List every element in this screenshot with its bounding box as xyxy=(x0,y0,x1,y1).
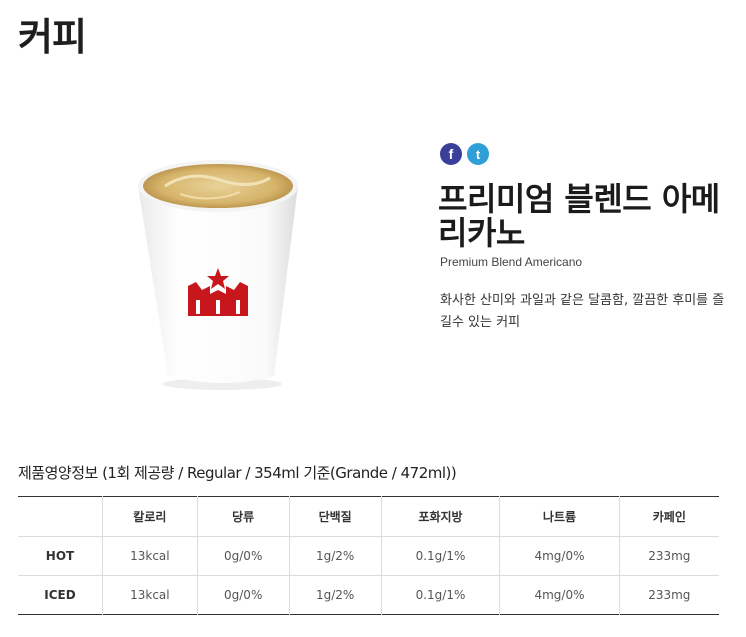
table-cell: 13kcal xyxy=(102,575,198,615)
nutrition-table: 칼로리 당류 단백질 포화지방 나트륨 카페인 HOT 13kcal 0g/0%… xyxy=(18,496,719,615)
table-header: 포화지방 xyxy=(380,496,500,537)
table-cell: 13kcal xyxy=(102,536,198,576)
product-description: 화사한 산미와 과일과 같은 달콤함, 깔끔한 후미를 즐길수 있는 커피 xyxy=(440,293,725,330)
table-cell: 4mg/0% xyxy=(499,575,620,615)
table-header: 칼로리 xyxy=(102,496,198,537)
table-cell: 233mg xyxy=(618,536,719,576)
table-header-row: 칼로리 당류 단백질 포화지방 나트륨 카페인 xyxy=(18,496,719,537)
table-row: HOT 13kcal 0g/0% 1g/2% 0.1g/1% 4mg/0% 23… xyxy=(18,536,719,576)
product-image xyxy=(138,160,298,390)
table-header: 나트륨 xyxy=(499,496,620,537)
product-name-en: Premium Blend Americano xyxy=(440,255,583,269)
table-cell: 233mg xyxy=(618,575,719,615)
twitter-icon[interactable]: t xyxy=(467,143,489,165)
table-header: 단백질 xyxy=(288,496,382,537)
table-row: ICED 13kcal 0g/0% 1g/2% 0.1g/1% 4mg/0% 2… xyxy=(18,575,719,615)
social-share: f t xyxy=(440,143,489,165)
table-header: 당류 xyxy=(196,496,290,537)
table-cell: 4mg/0% xyxy=(499,536,620,576)
page-title: 커피 xyxy=(18,15,87,59)
nutrition-title: 제품영양정보 (1회 제공량 / Regular / 354ml 기준(Gran… xyxy=(18,464,457,482)
table-header: 카페인 xyxy=(618,496,719,537)
table-cell: 0g/0% xyxy=(196,575,290,615)
table-cell: 1g/2% xyxy=(288,575,382,615)
table-row-label: ICED xyxy=(44,588,76,602)
facebook-icon[interactable]: f xyxy=(440,143,462,165)
table-row-label: HOT xyxy=(18,536,103,576)
table-cell: 0.1g/1% xyxy=(380,536,500,576)
table-cell: 0.1g/1% xyxy=(380,575,500,615)
table-header xyxy=(18,496,103,537)
table-cell: 1g/2% xyxy=(288,536,382,576)
table-cell: 0g/0% xyxy=(196,536,290,576)
product-name: 프리미엄 블렌드 아메리카노 xyxy=(438,180,720,252)
